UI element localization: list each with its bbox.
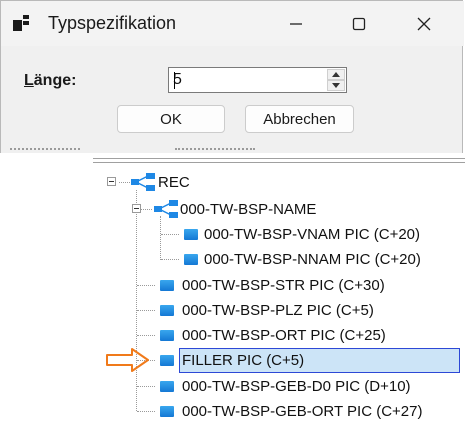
tree-connector — [161, 259, 179, 260]
tree-connector — [160, 216, 161, 260]
tree-connector — [137, 285, 155, 286]
field-icon — [160, 381, 174, 392]
field-icon — [160, 330, 174, 341]
tree-connector — [119, 182, 130, 183]
tree-connector — [137, 335, 155, 336]
field-icon — [160, 305, 174, 316]
field-icon — [160, 355, 174, 366]
collapse-toggle[interactable] — [107, 177, 116, 186]
collapse-toggle[interactable] — [132, 204, 141, 213]
tree-node-field[interactable]: 000-TW-BSP-STR PIC (C+30) — [182, 277, 385, 294]
tree-connector — [136, 190, 137, 411]
tree-node-field[interactable]: 000-TW-BSP-ORT PIC (C+25) — [182, 327, 386, 344]
tree-node-root[interactable]: REC — [158, 174, 190, 191]
tree-connector — [137, 310, 155, 311]
tree-node-field[interactable]: 000-TW-BSP-NNAM PIC (C+20) — [204, 251, 421, 268]
tree-connector — [161, 234, 179, 235]
hierarchy-icon — [154, 200, 178, 218]
tree-node-field[interactable]: 000-TW-BSP-GEB-D0 PIC (D+10) — [182, 378, 411, 395]
tree-node-group[interactable]: 000-TW-BSP-NAME — [180, 201, 316, 218]
tree-connector — [141, 209, 152, 210]
field-icon — [160, 280, 174, 291]
tree-connector — [137, 386, 155, 387]
field-icon — [184, 254, 198, 265]
tree-connector — [137, 411, 155, 412]
tree-node-field[interactable]: 000-TW-BSP-GEB-ORT PIC (C+27) — [182, 403, 422, 420]
record-tree: REC 000-TW-BSP-NAME 000-TW-BSP-VNAM PIC … — [0, 0, 465, 432]
field-icon — [160, 406, 174, 417]
tree-node-field[interactable]: 000-TW-BSP-VNAM PIC (C+20) — [204, 226, 420, 243]
tree-node-field[interactable]: 000-TW-BSP-PLZ PIC (C+5) — [182, 302, 374, 319]
field-icon — [184, 229, 198, 240]
tree-node-field-selected[interactable]: FILLER PIC (C+5) — [182, 352, 304, 369]
hierarchy-icon — [131, 173, 155, 191]
arrow-right-icon — [106, 348, 149, 372]
